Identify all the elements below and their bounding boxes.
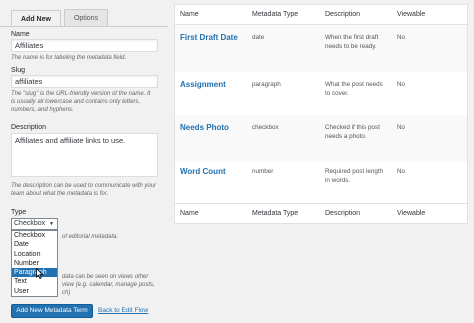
chevron-down-icon: ▼ — [49, 221, 54, 227]
row-type: checkbox — [252, 124, 279, 131]
description-help-line-2: team about what the metadata is for. — [11, 191, 109, 197]
type-option-location[interactable]: Location — [12, 250, 57, 259]
description-help-line-1: The description can be used to communica… — [11, 183, 157, 189]
row-viewable: No — [397, 168, 406, 175]
slug-help-line-2: is usually all lowercase and contains on… — [11, 99, 141, 105]
slug-help-line-1: The "slug" is the URL-friendly version o… — [11, 91, 151, 97]
table-row: Assignment paragraph What the post needs… — [175, 72, 467, 119]
name-label: Name — [11, 31, 30, 38]
tab-divider — [0, 26, 168, 27]
row-name-link[interactable]: Word Count — [180, 167, 226, 176]
row-description: Checked if this post needs a photo. — [325, 124, 380, 140]
row-type: number — [252, 168, 274, 175]
table-row: Word Count number Required post length in… — [175, 159, 467, 206]
table-header: Name Metadata Type Description Viewable — [175, 5, 467, 25]
slug-help-line-3: numbers, and hyphens. — [11, 107, 74, 113]
name-input[interactable]: Affiliates — [11, 39, 158, 52]
footer-header-viewable[interactable]: Viewable — [397, 204, 425, 224]
viewable-help-line-2: view (e.g. calendar, manage posts, — [62, 282, 155, 288]
type-option-text[interactable]: Text — [12, 277, 57, 286]
row-name-link[interactable]: Needs Photo — [180, 123, 229, 132]
tab-add-new[interactable]: Add New — [11, 10, 61, 27]
column-header-type[interactable]: Metadata Type — [252, 5, 298, 25]
type-option-checkbox[interactable]: Checkbox — [12, 231, 57, 240]
metadata-table: Name Metadata Type Description Viewable … — [174, 4, 468, 224]
type-option-number[interactable]: Number — [12, 259, 57, 268]
add-metadata-panel: Add New Options Name Affiliates The name… — [0, 0, 168, 323]
column-header-name[interactable]: Name — [180, 5, 199, 25]
table-row: First Draft Date date When the first dra… — [175, 25, 467, 72]
slug-input[interactable]: affiliates — [11, 75, 158, 88]
footer-header-name[interactable]: Name — [180, 204, 199, 224]
metadata-admin-page: Add New Options Name Affiliates The name… — [0, 0, 474, 323]
description-label: Description — [11, 124, 47, 131]
back-to-edit-flow-link[interactable]: Back to Edit Flow — [98, 307, 148, 314]
row-type: date — [252, 34, 265, 41]
row-viewable: No — [397, 124, 406, 131]
add-metadata-button[interactable]: Add New Metadata Term — [11, 304, 93, 318]
row-description: Required post length in words. — [325, 168, 384, 184]
footer-header-description[interactable]: Description — [325, 204, 360, 224]
column-header-viewable[interactable]: Viewable — [397, 5, 425, 25]
mouse-pointer-icon — [36, 268, 43, 279]
viewable-help-line-3: ch) — [62, 290, 71, 296]
footer-header-type[interactable]: Metadata Type — [252, 204, 298, 224]
type-select[interactable]: Checkbox ▼ — [11, 218, 58, 230]
name-help: The name is for labeling the metadata fi… — [11, 55, 127, 61]
viewable-help-line-1: data can be seen on views other — [62, 274, 149, 280]
type-help: of editorial metadata. — [62, 234, 119, 240]
type-dropdown-list: Checkbox Date Location Number Paragraph … — [11, 230, 58, 298]
row-description: When the first draft needs to be ready. — [325, 34, 379, 50]
column-header-description[interactable]: Description — [325, 5, 360, 25]
row-description: What the post needs to cover. — [325, 81, 383, 97]
description-textarea[interactable]: Affiliates and affiliate links to use. — [11, 133, 158, 177]
row-name-link[interactable]: First Draft Date — [180, 33, 238, 42]
row-viewable: No — [397, 81, 406, 88]
type-option-date[interactable]: Date — [12, 240, 57, 249]
row-name-link[interactable]: Assignment — [180, 80, 226, 89]
row-type: paragraph — [252, 81, 281, 88]
type-option-user[interactable]: User — [12, 287, 57, 296]
slug-label: Slug — [11, 67, 26, 74]
tab-bar: Add New Options — [11, 9, 111, 27]
table-footer: Name Metadata Type Description Viewable — [175, 203, 467, 223]
table-row: Needs Photo checkbox Checked if this pos… — [175, 115, 467, 162]
type-label: Type — [11, 209, 27, 216]
type-select-value: Checkbox — [14, 220, 46, 227]
type-option-paragraph[interactable]: Paragraph — [12, 268, 57, 278]
row-viewable: No — [397, 34, 406, 41]
tab-options[interactable]: Options — [63, 9, 109, 26]
